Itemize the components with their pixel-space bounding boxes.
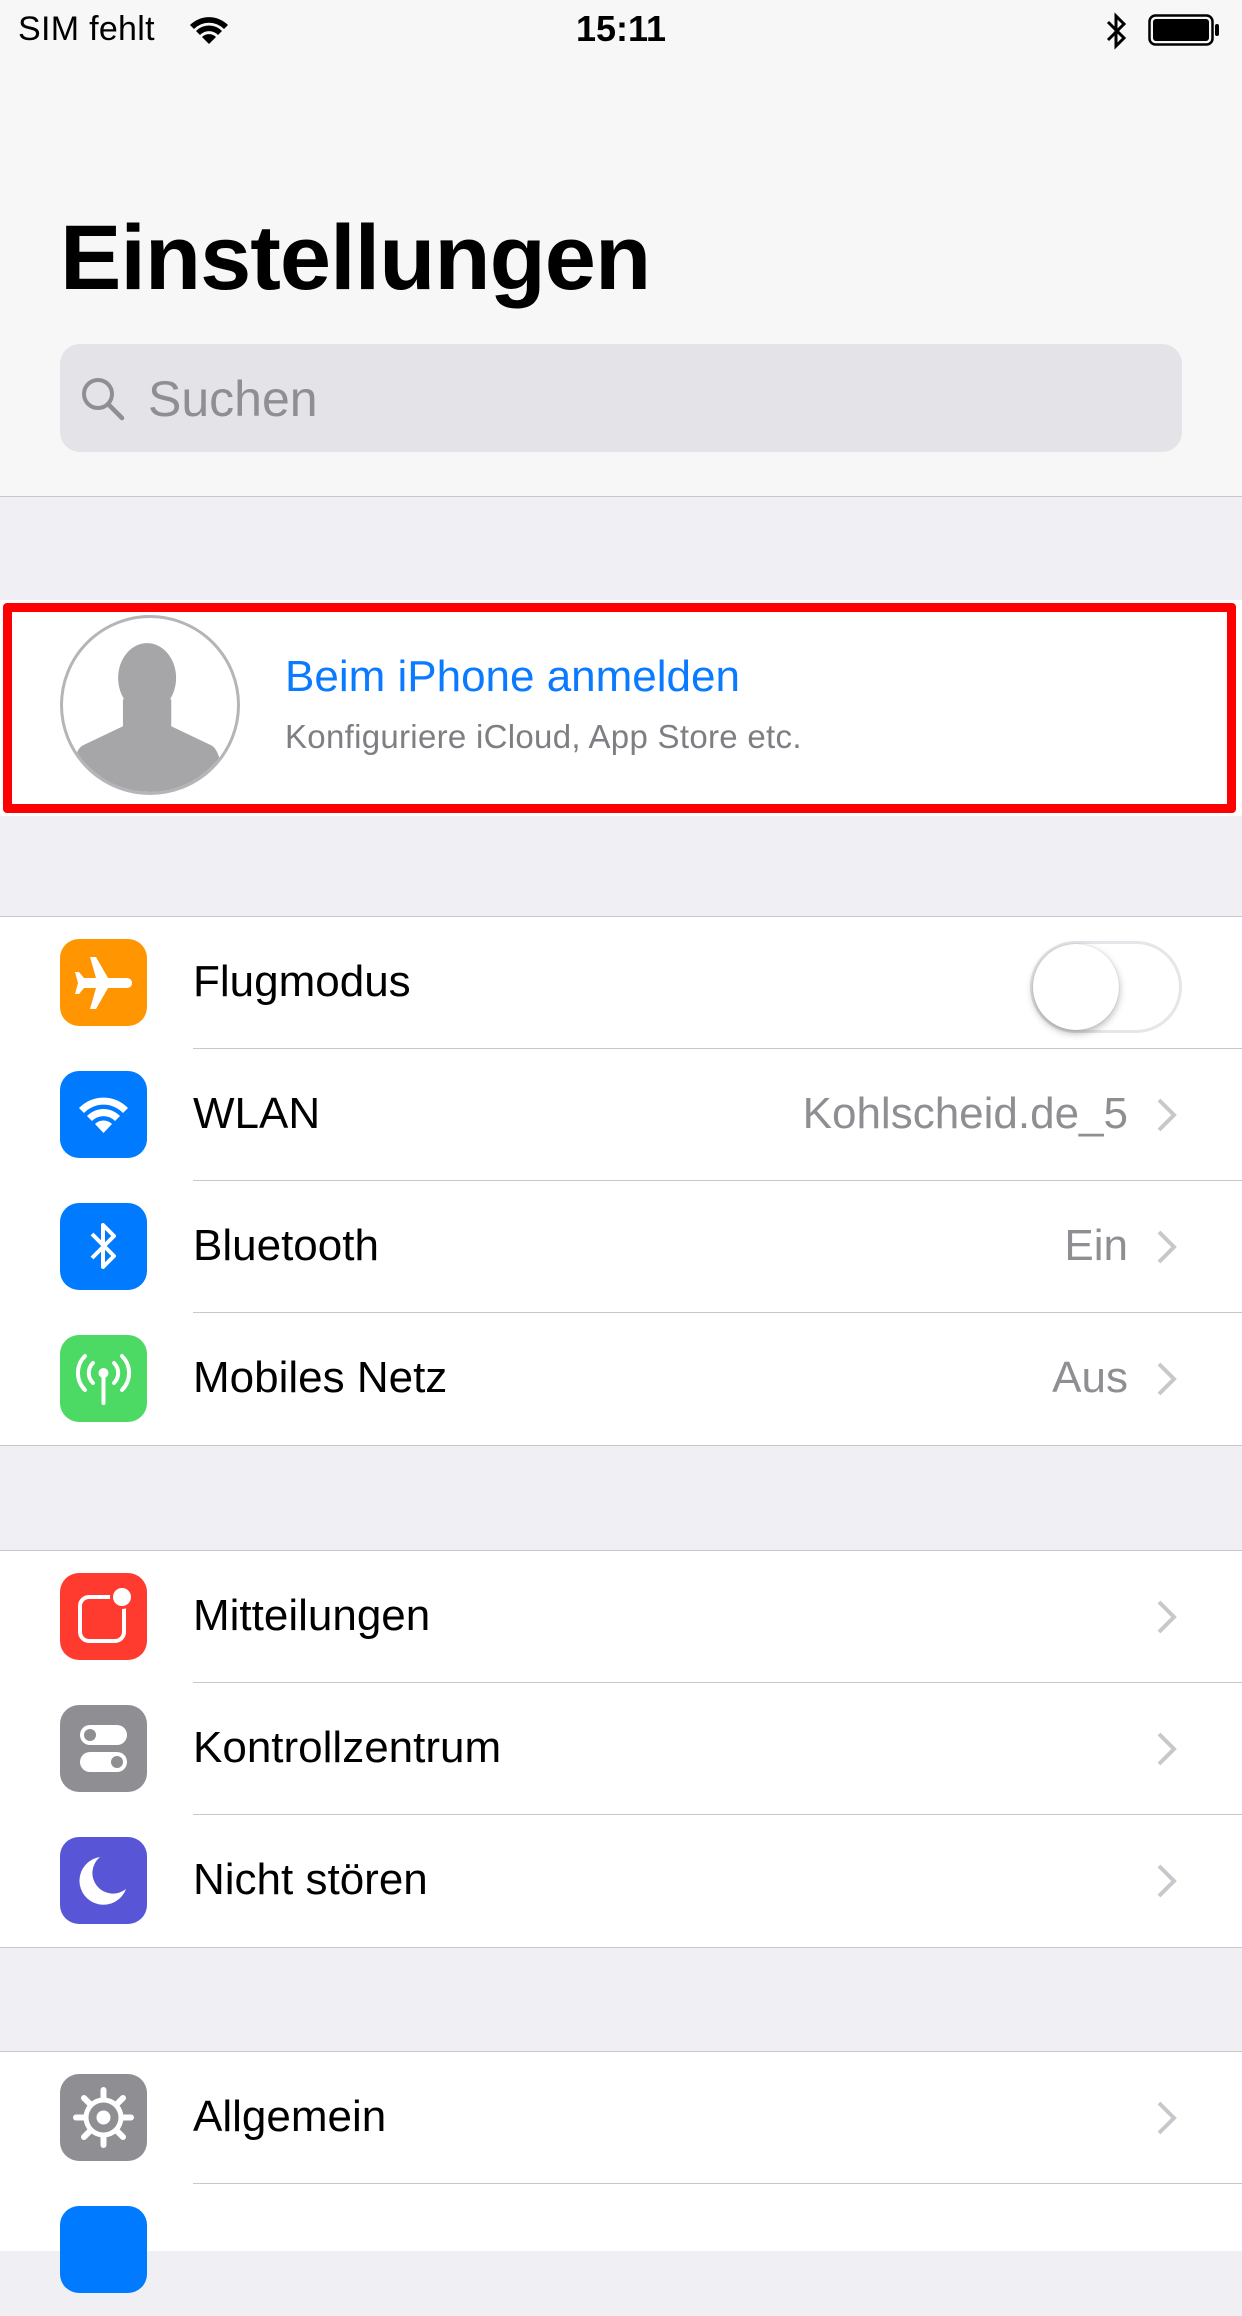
page-title: Einstellungen bbox=[60, 207, 651, 309]
general-group: Allgemein bbox=[0, 2051, 1242, 2293]
avatar bbox=[60, 615, 240, 795]
search-icon bbox=[82, 378, 125, 421]
row-label: Kontrollzentrum bbox=[193, 1723, 502, 1772]
moon-icon bbox=[60, 1837, 147, 1924]
row-flugmodus[interactable]: Flugmodus bbox=[0, 917, 1242, 1049]
row-label: Nicht stören bbox=[193, 1855, 428, 1904]
sign-in-title[interactable]: Beim iPhone anmelden bbox=[285, 652, 740, 702]
chevron-right-icon bbox=[1157, 1600, 1177, 1634]
row-nicht-stoeren[interactable]: Nicht stören bbox=[0, 1815, 1242, 1947]
row-label: Allgemein bbox=[193, 2092, 387, 2141]
battery-icon bbox=[1148, 14, 1219, 46]
row-value: Ein bbox=[1064, 1221, 1128, 1270]
row-wlan[interactable]: WLAN Kohlscheid.de_5 bbox=[0, 1049, 1242, 1181]
search-placeholder: Suchen bbox=[148, 371, 318, 427]
airplane-mode-toggle[interactable] bbox=[1030, 941, 1182, 1033]
chevron-right-icon bbox=[1157, 1864, 1177, 1898]
search-field[interactable]: Suchen bbox=[60, 344, 1182, 452]
airplane-icon bbox=[60, 939, 147, 1026]
row-value: Kohlscheid.de_5 bbox=[802, 1089, 1128, 1138]
gear-icon bbox=[60, 2074, 147, 2161]
antenna-icon bbox=[60, 1335, 147, 1422]
person-icon bbox=[68, 643, 226, 792]
row-label: Bluetooth bbox=[193, 1221, 379, 1270]
row-label: WLAN bbox=[193, 1089, 321, 1138]
row-bluetooth[interactable]: Bluetooth Ein bbox=[0, 1181, 1242, 1313]
chevron-right-icon bbox=[1157, 1098, 1177, 1132]
chevron-right-icon bbox=[1157, 2101, 1177, 2135]
row-kontrollzentrum[interactable]: Kontrollzentrum bbox=[0, 1683, 1242, 1815]
chevron-right-icon bbox=[1157, 1362, 1177, 1396]
row-allgemein[interactable]: Allgemein bbox=[0, 2052, 1242, 2184]
control-center-icon bbox=[60, 1705, 147, 1792]
sign-in-subtitle: Konfiguriere iCloud, App Store etc. bbox=[285, 718, 802, 755]
notifications-icon bbox=[60, 1573, 147, 1660]
settings-item-icon bbox=[60, 2206, 147, 2293]
chevron-right-icon bbox=[1157, 1230, 1177, 1264]
notifications-group: Mitteilungen Kontrollzentrum Nicht störe… bbox=[0, 1550, 1242, 1948]
wifi-icon bbox=[60, 1071, 147, 1158]
toggle-knob bbox=[1033, 944, 1119, 1030]
header: Einstellungen Suchen bbox=[0, 62, 1242, 497]
row-mobiles-netz[interactable]: Mobiles Netz Aus bbox=[0, 1313, 1242, 1445]
row-value: Aus bbox=[1052, 1353, 1128, 1402]
clock: 15:11 bbox=[575, 8, 667, 49]
row-label: Flugmodus bbox=[193, 957, 411, 1006]
bluetooth-icon bbox=[60, 1203, 147, 1290]
status-bar: SIM fehlt 15:11 bbox=[0, 0, 1242, 62]
row-mitteilungen[interactable]: Mitteilungen bbox=[0, 1551, 1242, 1683]
row-next-partial[interactable] bbox=[0, 2184, 1242, 2316]
connectivity-group: Flugmodus WLAN Kohlscheid.de_5 Bluetooth… bbox=[0, 916, 1242, 1446]
row-label: Mitteilungen bbox=[193, 1591, 431, 1640]
row-label: Mobiles Netz bbox=[193, 1353, 448, 1402]
chevron-right-icon bbox=[1157, 1732, 1177, 1766]
bluetooth-status-icon bbox=[1106, 12, 1127, 50]
